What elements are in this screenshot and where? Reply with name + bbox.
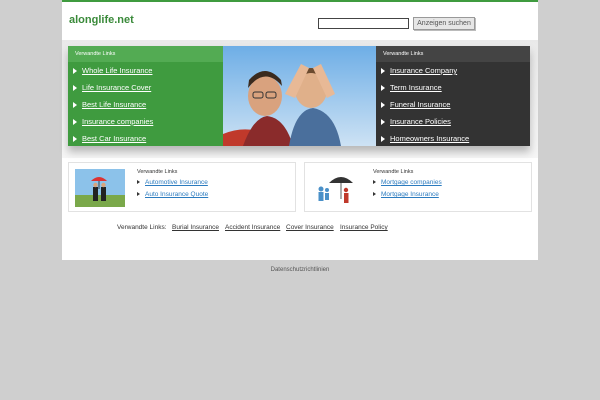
- left-link-label: Best Life Insurance: [82, 100, 147, 109]
- arrow-right-icon: [381, 85, 385, 92]
- arrow-right-icon: [381, 102, 385, 109]
- related-link-accident-insurance[interactable]: Accident Insurance: [225, 224, 280, 231]
- arrow-right-icon: [137, 192, 140, 197]
- right-links-title: Verwandte Links: [376, 46, 530, 62]
- left-link-0[interactable]: Whole Life Insurance: [68, 62, 223, 79]
- family-umbrella-image: [311, 169, 361, 207]
- related-link-insurance-policy[interactable]: Insurance Policy: [340, 224, 388, 231]
- right-link-1[interactable]: Term Insurance: [376, 79, 530, 96]
- left-link-4[interactable]: Best Car Insurance: [68, 130, 223, 147]
- arrow-right-icon: [73, 102, 77, 109]
- search-button[interactable]: Anzeigen suchen: [413, 17, 475, 30]
- right-link-3[interactable]: Insurance Policies: [376, 113, 530, 130]
- box-link-auto-insurance-quote[interactable]: Auto Insurance Quote: [137, 191, 208, 198]
- left-link-label: Life Insurance Cover: [82, 83, 152, 92]
- couple-umbrella-image: [75, 169, 125, 207]
- arrow-right-icon: [137, 180, 140, 185]
- box-link-mortgage-insurance[interactable]: Mortgage Insurance: [373, 191, 439, 198]
- left-link-label: Insurance companies: [82, 117, 154, 126]
- right-link-4[interactable]: Homeowners Insurance: [376, 130, 530, 147]
- privacy-link[interactable]: Datenschutzrichtlinien: [0, 267, 600, 273]
- box-link-label: Automotive Insurance: [145, 179, 208, 186]
- left-link-1[interactable]: Life Insurance Cover: [68, 79, 223, 96]
- box-link-label: Mortgage companies: [381, 179, 442, 186]
- related-link-burial-insurance[interactable]: Burial Insurance: [172, 224, 219, 231]
- right-link-2[interactable]: Funeral Insurance: [376, 96, 530, 113]
- arrow-right-icon: [381, 68, 385, 75]
- hero-photo: [223, 46, 376, 146]
- link-box-mortgage: Verwandte Links Mortgage companies Mortg…: [304, 162, 532, 212]
- right-links-column: Verwandte Links Insurance Company Term I…: [376, 46, 530, 146]
- arrow-right-icon: [73, 119, 77, 126]
- search-input[interactable]: [318, 18, 409, 29]
- box-title: Verwandte Links: [373, 169, 414, 175]
- right-link-label: Homeowners Insurance: [390, 134, 470, 143]
- box-title: Verwandte Links: [137, 169, 178, 175]
- right-link-label: Insurance Policies: [390, 117, 451, 126]
- arrow-right-icon: [73, 85, 77, 92]
- left-link-2[interactable]: Best Life Insurance: [68, 96, 223, 113]
- left-link-3[interactable]: Insurance companies: [68, 113, 223, 130]
- link-box-auto: Verwandte Links Automotive Insurance Aut…: [68, 162, 296, 212]
- box-link-mortgage-companies[interactable]: Mortgage companies: [373, 179, 442, 186]
- related-links-label: Verwandte Links:: [117, 224, 167, 231]
- left-link-label: Whole Life Insurance: [82, 66, 153, 75]
- link-boxes: Verwandte Links Automotive Insurance Aut…: [68, 162, 532, 214]
- left-links-title: Verwandte Links: [68, 46, 223, 62]
- page-container: alonglife.net Anzeigen suchen Verwandte …: [62, 0, 538, 260]
- hero-panel: Verwandte Links Whole Life Insurance Lif…: [68, 46, 530, 146]
- box-link-automotive-insurance[interactable]: Automotive Insurance: [137, 179, 208, 186]
- arrow-right-icon: [381, 136, 385, 143]
- left-link-label: Best Car Insurance: [82, 134, 147, 143]
- arrow-right-icon: [73, 68, 77, 75]
- right-link-0[interactable]: Insurance Company: [376, 62, 530, 79]
- left-links-column: Verwandte Links Whole Life Insurance Lif…: [68, 46, 223, 146]
- box-link-label: Mortgage Insurance: [381, 191, 439, 198]
- arrow-right-icon: [373, 180, 376, 185]
- right-link-label: Funeral Insurance: [390, 100, 451, 109]
- right-link-label: Insurance Company: [390, 66, 458, 75]
- site-logo[interactable]: alonglife.net: [69, 14, 134, 26]
- arrow-right-icon: [73, 136, 77, 143]
- arrow-right-icon: [381, 119, 385, 126]
- box-link-label: Auto Insurance Quote: [145, 191, 209, 198]
- arrow-right-icon: [373, 192, 376, 197]
- related-link-cover-insurance[interactable]: Cover Insurance: [286, 224, 334, 231]
- header: alonglife.net Anzeigen suchen: [62, 2, 538, 40]
- family-photo-image: [223, 46, 376, 146]
- right-link-label: Term Insurance: [390, 83, 442, 92]
